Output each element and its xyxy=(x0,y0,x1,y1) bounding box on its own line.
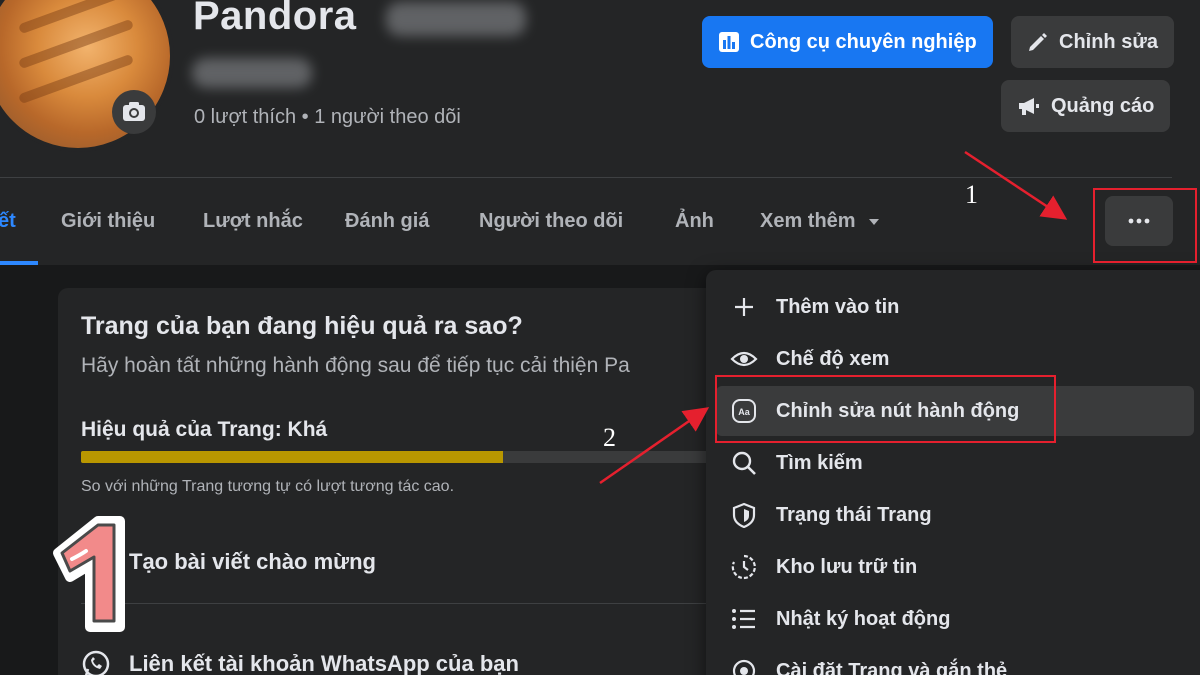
menu-item-label: Cài đặt Trang và gắn thẻ xyxy=(776,659,1008,675)
menu-item-label: Kho lưu trữ tin xyxy=(776,555,918,578)
edit-button[interactable]: Chỉnh sửa xyxy=(1011,16,1174,68)
tab-see-more[interactable]: Xem thêm xyxy=(760,210,881,233)
menu-item-label: Nhật ký hoạt động xyxy=(776,607,951,630)
plus-icon xyxy=(730,293,758,321)
card-title: Trang của bạn đang hiệu quả ra sao? xyxy=(81,312,523,340)
performance-progress-fill xyxy=(81,451,504,463)
page-header: Pandora 0 lượt thích • 1 người theo dõi … xyxy=(0,0,1200,265)
camera-icon[interactable] xyxy=(112,90,156,134)
page-tabs: ết Giới thiệu Lượt nhắc Đánh giá Người t… xyxy=(0,178,1100,265)
whatsapp-icon xyxy=(82,650,110,675)
advertise-label: Quảng cáo xyxy=(1051,94,1155,117)
tab-mentions[interactable]: Lượt nhắc xyxy=(203,210,303,233)
eye-icon xyxy=(730,345,758,373)
search-icon xyxy=(730,449,758,477)
step-number-sticker xyxy=(53,516,125,632)
menu-item-add-to-story[interactable]: Thêm vào tin xyxy=(716,282,1194,332)
menu-item-search[interactable]: Tìm kiếm xyxy=(716,438,1194,488)
more-options-menu: Thêm vào tin Chế độ xem Aa Chỉnh sửa nút… xyxy=(706,270,1200,675)
performance-progress xyxy=(81,451,721,463)
shield-icon xyxy=(730,501,758,529)
menu-item-label: Thêm vào tin xyxy=(776,295,900,318)
step-label-2: 2 xyxy=(603,423,616,452)
menu-item-page-status[interactable]: Trạng thái Trang xyxy=(716,490,1194,540)
blurred-name-part xyxy=(386,2,526,36)
edit-label: Chỉnh sửa xyxy=(1059,30,1158,53)
settings-gear-icon xyxy=(730,657,758,675)
pencil-icon xyxy=(1029,33,1047,51)
page-title: Pandora xyxy=(193,0,357,38)
task-divider xyxy=(81,603,721,604)
tab-about[interactable]: Giới thiệu xyxy=(61,210,155,233)
list-icon xyxy=(730,605,758,633)
menu-item-activity-log[interactable]: Nhật ký hoạt động xyxy=(716,594,1194,644)
menu-item-story-archive[interactable]: Kho lưu trữ tin xyxy=(716,542,1194,592)
profile-avatar[interactable] xyxy=(0,0,174,152)
professional-tools-button[interactable]: Công cụ chuyên nghiệp xyxy=(702,16,993,68)
active-tab-indicator xyxy=(0,261,38,265)
archive-clock-icon xyxy=(730,553,758,581)
task-link-whatsapp[interactable]: Liên kết tài khoản WhatsApp của bạn xyxy=(81,626,721,675)
page-stats: 0 lượt thích • 1 người theo dõi xyxy=(194,106,461,128)
blurred-name-part xyxy=(192,58,312,88)
task-label: Tạo bài viết chào mừng xyxy=(129,549,376,574)
tab-photos[interactable]: Ảnh xyxy=(675,210,714,233)
compare-text: So với những Trang tương tự có lượt tươn… xyxy=(81,478,455,495)
see-more-label: Xem thêm xyxy=(760,210,856,232)
page-performance-card: Trang của bạn đang hiệu quả ra sao? Hãy … xyxy=(58,288,778,675)
highlight-box-menu-item xyxy=(715,375,1056,443)
caret-down-icon xyxy=(869,219,880,225)
task-welcome-post[interactable]: Tạo bài viết chào mừng xyxy=(81,524,721,600)
performance-level: Hiệu quả của Trang: Khá xyxy=(81,418,328,441)
megaphone-icon xyxy=(1019,98,1039,115)
menu-item-label: Tìm kiếm xyxy=(776,451,863,474)
highlight-box-more-button xyxy=(1093,188,1197,263)
tab-reviews[interactable]: Đánh giá xyxy=(345,210,429,233)
bar-chart-icon xyxy=(719,32,739,52)
tab-followers[interactable]: Người theo dõi xyxy=(479,210,623,233)
task-label: Liên kết tài khoản WhatsApp của bạn xyxy=(129,651,519,675)
card-subtitle: Hãy hoàn tất những hành động sau để tiếp… xyxy=(81,354,630,377)
menu-item-label: Chế độ xem xyxy=(776,347,890,370)
menu-item-label: Trạng thái Trang xyxy=(776,503,932,526)
tab-posts[interactable]: ết xyxy=(0,210,16,233)
menu-item-page-settings[interactable]: Cài đặt Trang và gắn thẻ xyxy=(716,646,1194,675)
step-label-1: 1 xyxy=(965,180,978,209)
professional-tools-label: Công cụ chuyên nghiệp xyxy=(750,30,977,53)
advertise-button[interactable]: Quảng cáo xyxy=(1001,80,1171,132)
